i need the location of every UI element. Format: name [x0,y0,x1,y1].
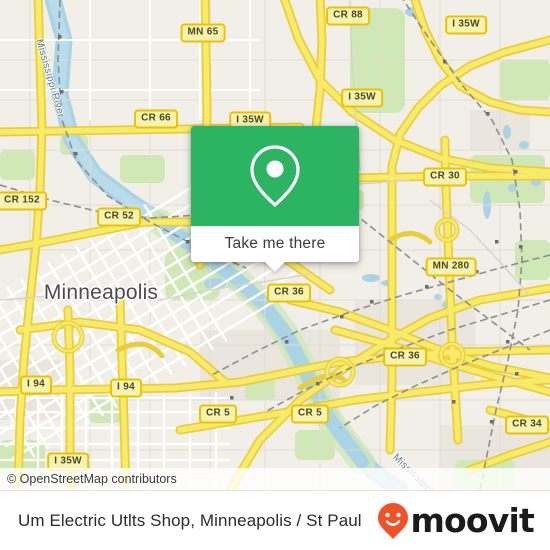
moovit-logo[interactable]: moovit [377,501,535,540]
road-shield: I 94 [20,375,52,395]
city-label-minneapolis: Minneapolis [43,281,159,304]
map-attribution[interactable]: © OpenStreetMap contributors [0,468,550,490]
road-shield: MN 280 [425,257,477,277]
road-shield: I 35W [341,88,383,108]
popup-pin-panel [191,126,359,226]
place-title: Um Electric Utlts Shop, Minneapolis / St… [18,510,362,530]
moovit-smiley-pin-icon [378,502,409,539]
location-popup-card[interactable]: Take me there [191,126,359,272]
road-shield: CR 5 [291,404,329,424]
road-shield: CR 152 [0,191,47,211]
road-shield: CR 52 [97,207,141,227]
road-shield: MN 65 [180,23,226,43]
take-me-there-button[interactable]: Take me there [191,226,359,262]
road-shield: CR 36 [383,347,427,367]
map-canvas[interactable]: MN 65 CR 88 I 35W I 35W CR 66 I 35W CR 152 CR 5… [0,0,550,490]
moovit-wordmark: moovit [410,501,534,540]
road-shield: CR 30 [423,167,467,187]
popup-pointer [264,261,286,272]
map-pin-icon [250,145,300,208]
road-shield: CR 36 [267,283,311,303]
road-shield: I 35W [445,15,487,35]
road-shield: CR 66 [134,109,178,129]
footer-bar: Um Electric Utlts Shop, Minneapolis / St… [0,490,550,550]
road-shield: CR 88 [326,6,370,26]
road-shield: I 94 [110,378,142,398]
road-shield: CR 5 [199,404,237,424]
road-shield: CR 34 [505,415,549,435]
